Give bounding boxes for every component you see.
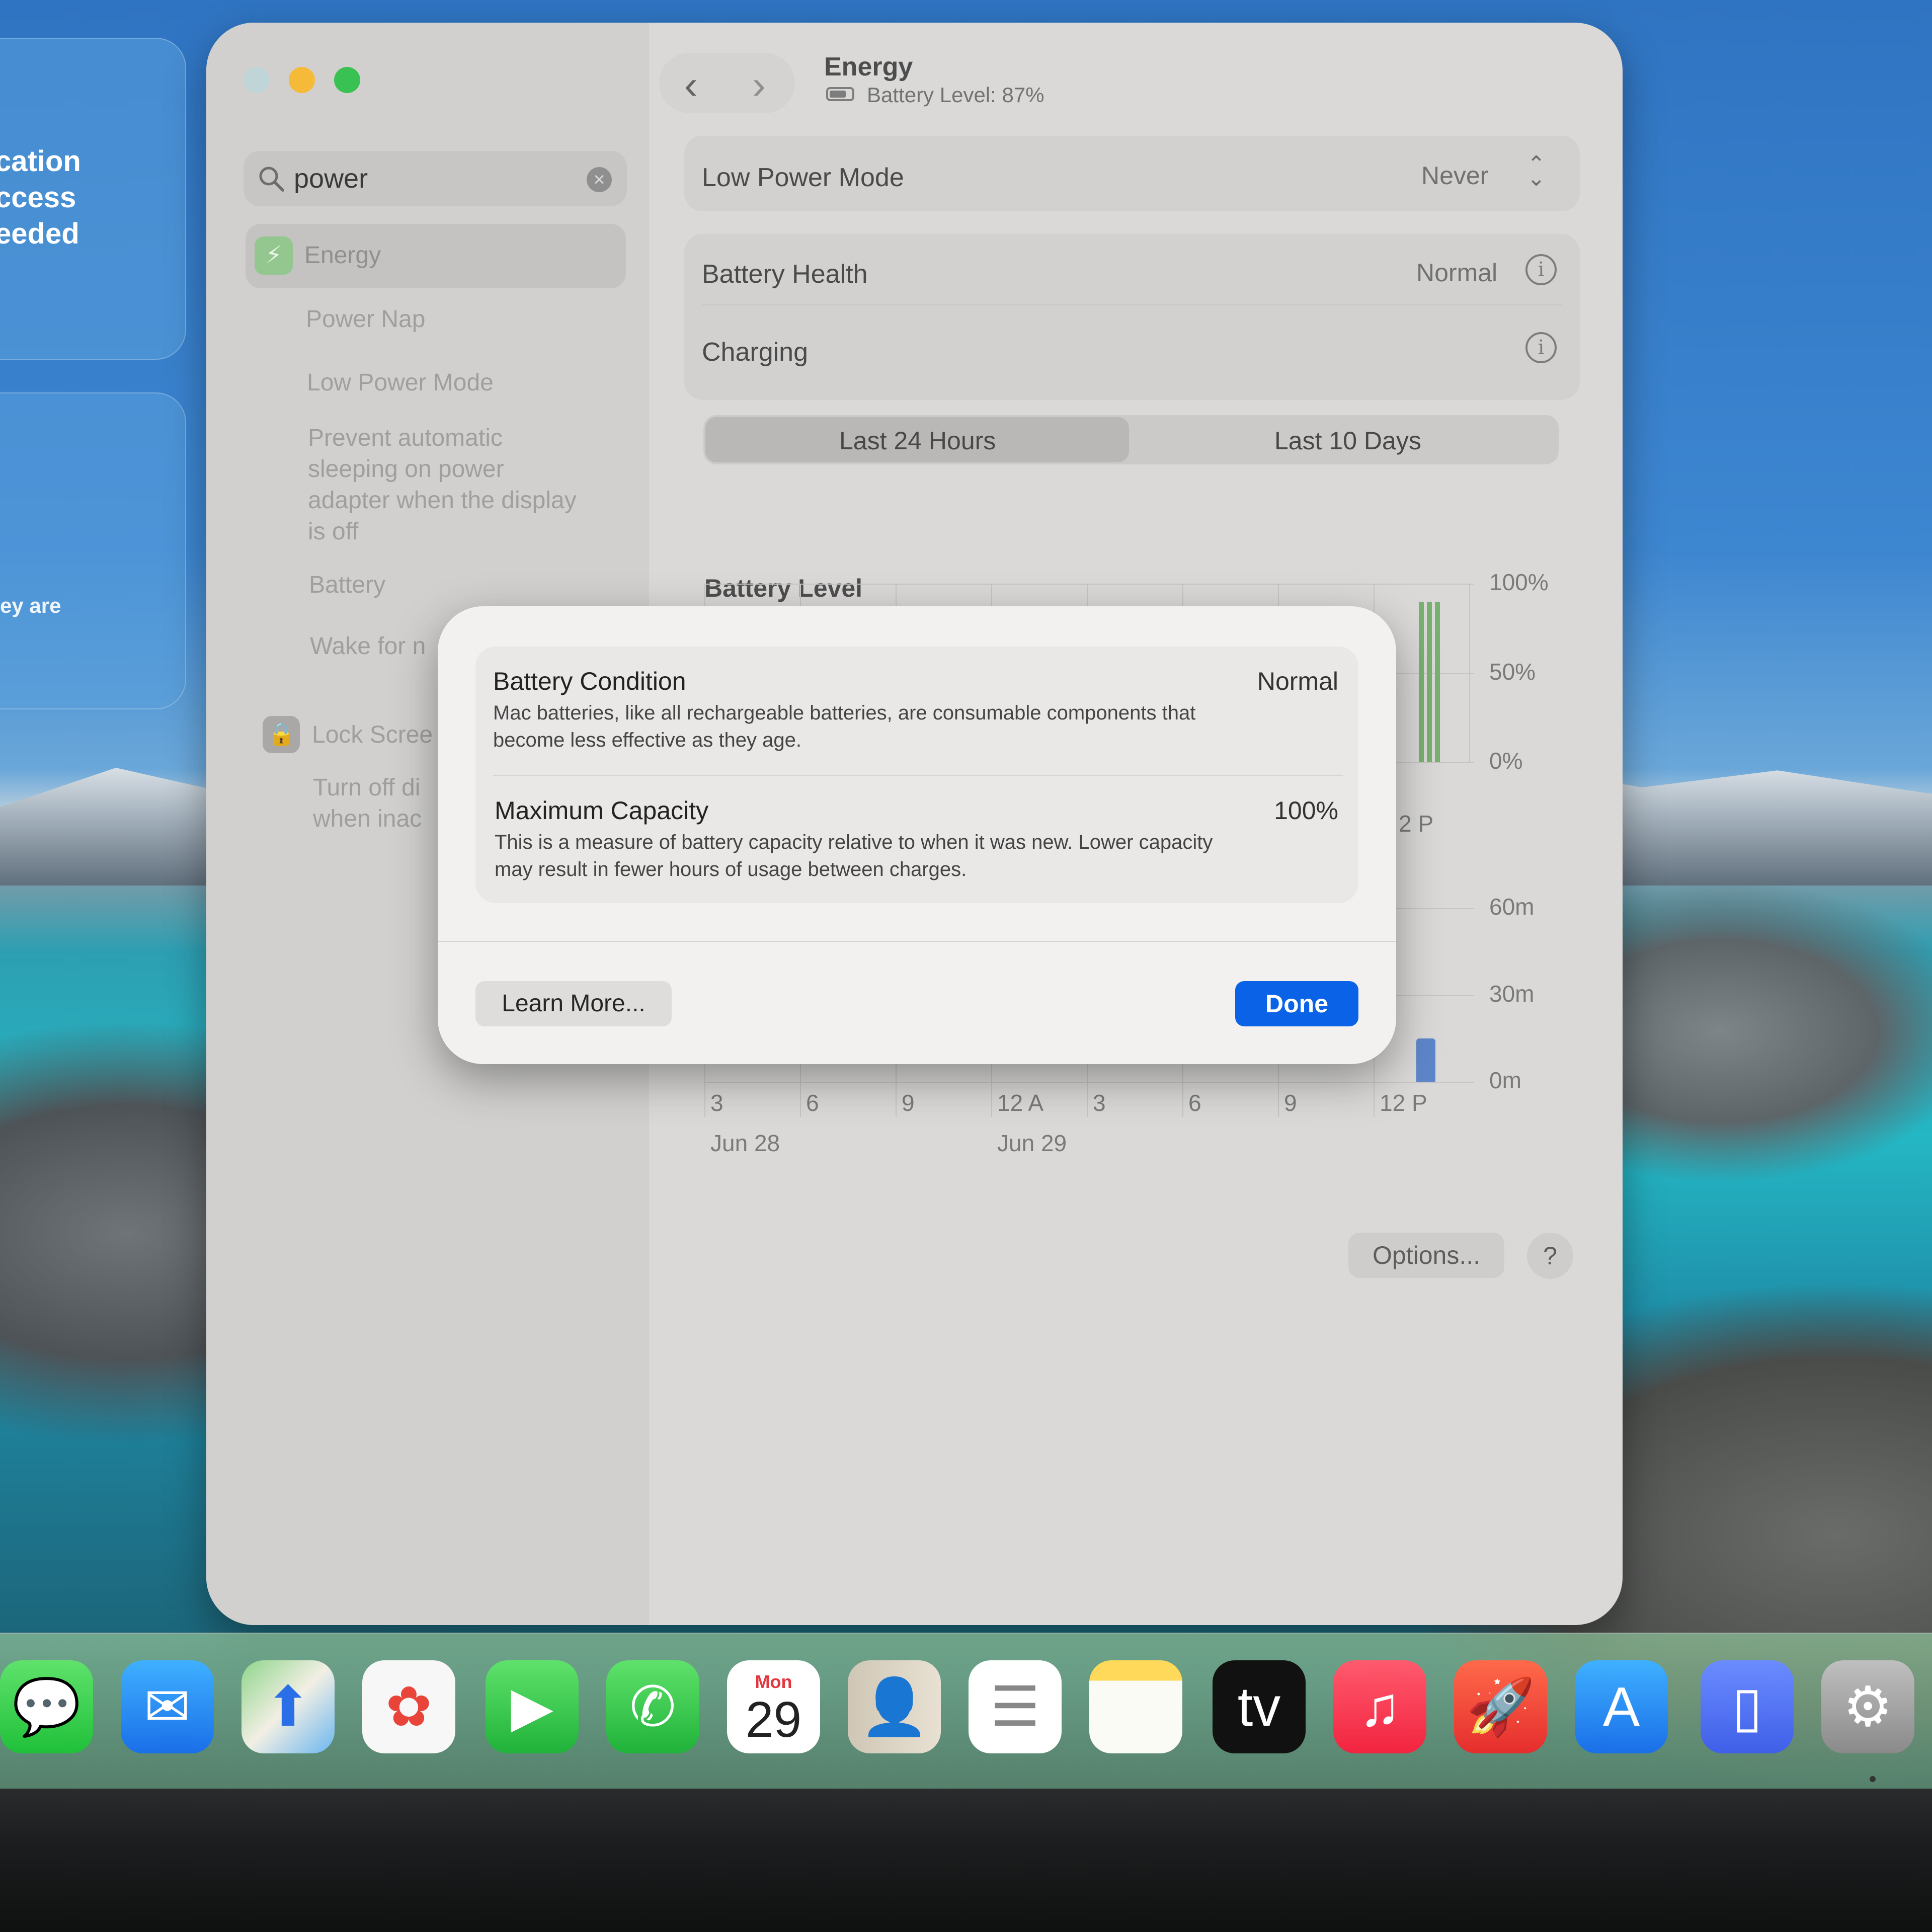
- battery-level-bar: [1427, 601, 1432, 762]
- battery-chart-vgrid: [1469, 584, 1470, 762]
- usage-chart-x-tick: 6: [1188, 1090, 1201, 1116]
- system-settings-icon[interactable]: ⚙: [1821, 1660, 1914, 1753]
- rocket-glyph: 🚀: [1466, 1676, 1535, 1738]
- usage-chart-y-tick: 0m: [1489, 1067, 1521, 1093]
- iphone-mirroring-glyph: ▯: [1732, 1676, 1762, 1738]
- phone-glyph: ✆: [629, 1676, 676, 1738]
- music-icon[interactable]: ♫: [1333, 1660, 1426, 1753]
- messages-glyph: 💬: [12, 1676, 81, 1738]
- calendar-month: Mon: [755, 1671, 792, 1692]
- tv-icon[interactable]: tv: [1213, 1660, 1306, 1753]
- contacts-icon[interactable]: 👤: [848, 1660, 941, 1753]
- battery-chart-x-tick: 2 P: [1399, 811, 1434, 837]
- app-store-glyph: A: [1602, 1676, 1640, 1738]
- battery-condition-value: Normal: [1257, 667, 1338, 695]
- contacts-glyph: 👤: [860, 1676, 929, 1738]
- desktop-widget-2[interactable]: [0, 392, 186, 709]
- running-indicator: [1870, 1776, 1876, 1782]
- app-store-icon[interactable]: A: [1575, 1660, 1668, 1753]
- screen-bezel: [0, 1789, 1932, 1932]
- usage-chart-x-tick: 6: [806, 1090, 819, 1116]
- facetime-glyph: ▶: [511, 1676, 553, 1738]
- rocket-icon[interactable]: 🚀: [1454, 1660, 1547, 1753]
- iphone-mirroring-icon[interactable]: ▯: [1701, 1660, 1794, 1753]
- usage-chart-y-tick: 60m: [1489, 894, 1535, 920]
- usage-chart-date-label: Jun 28: [710, 1130, 780, 1156]
- battery-chart-y-tick: 100%: [1489, 569, 1549, 595]
- mail-glyph: ✉: [144, 1676, 191, 1738]
- battery-chart-y-tick: 0%: [1489, 748, 1523, 774]
- photos-glyph: ✿: [385, 1676, 432, 1738]
- sheet-footer-divider: [438, 941, 1396, 942]
- usage-chart-x-tick: 3: [710, 1090, 723, 1116]
- battery-details-card: Battery Condition Normal Mac batteries, …: [475, 647, 1358, 903]
- usage-bar: [1416, 1038, 1435, 1082]
- mail-icon[interactable]: ✉: [121, 1660, 214, 1753]
- reminders-glyph: ☰: [990, 1676, 1040, 1738]
- calendar-day: 29: [745, 1692, 802, 1748]
- usage-chart-x-tick: 9: [1284, 1090, 1297, 1116]
- done-button[interactable]: Done: [1235, 981, 1358, 1026]
- usage-chart-gridline: [704, 1082, 1474, 1083]
- battery-chart-gridline: [704, 584, 1474, 585]
- desktop-widget-1-text: cation ccess eeded: [0, 145, 81, 250]
- music-glyph: ♫: [1359, 1676, 1401, 1738]
- usage-chart-x-tick: 12 P: [1380, 1090, 1427, 1116]
- usage-chart-x-tick: 3: [1093, 1090, 1106, 1116]
- maximum-capacity-title: Maximum Capacity: [495, 796, 709, 825]
- maximum-capacity-description: This is a measure of battery capacity re…: [495, 831, 1213, 880]
- battery-level-bar: [1419, 601, 1424, 762]
- battery-health-sheet: Battery Condition Normal Mac batteries, …: [438, 606, 1396, 1064]
- tv-glyph: tv: [1237, 1676, 1281, 1738]
- battery-chart-y-tick: 50%: [1489, 658, 1536, 685]
- usage-chart-y-tick: 30m: [1489, 980, 1535, 1007]
- usage-chart-x-tick: 12 A: [997, 1090, 1044, 1116]
- battery-level-bar: [1435, 601, 1440, 762]
- sheet-row-divider: [493, 775, 1343, 776]
- maps-icon[interactable]: ⬆: [242, 1660, 335, 1753]
- usage-chart-x-tick: 9: [902, 1090, 915, 1116]
- learn-more-button[interactable]: Learn More...: [475, 981, 672, 1026]
- calendar-icon[interactable]: Mon 29: [727, 1660, 820, 1753]
- phone-icon[interactable]: ✆: [606, 1660, 699, 1753]
- battery-condition-title: Battery Condition: [493, 667, 686, 695]
- messages-icon[interactable]: 💬: [0, 1660, 93, 1753]
- desktop-widget-2-text: ey are: [0, 594, 61, 617]
- photos-icon[interactable]: ✿: [362, 1660, 455, 1753]
- reminders-icon[interactable]: ☰: [969, 1660, 1062, 1753]
- system-settings-glyph: ⚙: [1843, 1676, 1893, 1738]
- facetime-icon[interactable]: ▶: [486, 1660, 579, 1753]
- battery-condition-description: Mac batteries, like all rechargeable bat…: [493, 702, 1196, 751]
- maximum-capacity-value: 100%: [1274, 796, 1338, 825]
- maps-glyph: ⬆: [265, 1676, 311, 1738]
- notes-icon[interactable]: [1089, 1660, 1182, 1753]
- usage-chart-date-label: Jun 29: [997, 1130, 1067, 1156]
